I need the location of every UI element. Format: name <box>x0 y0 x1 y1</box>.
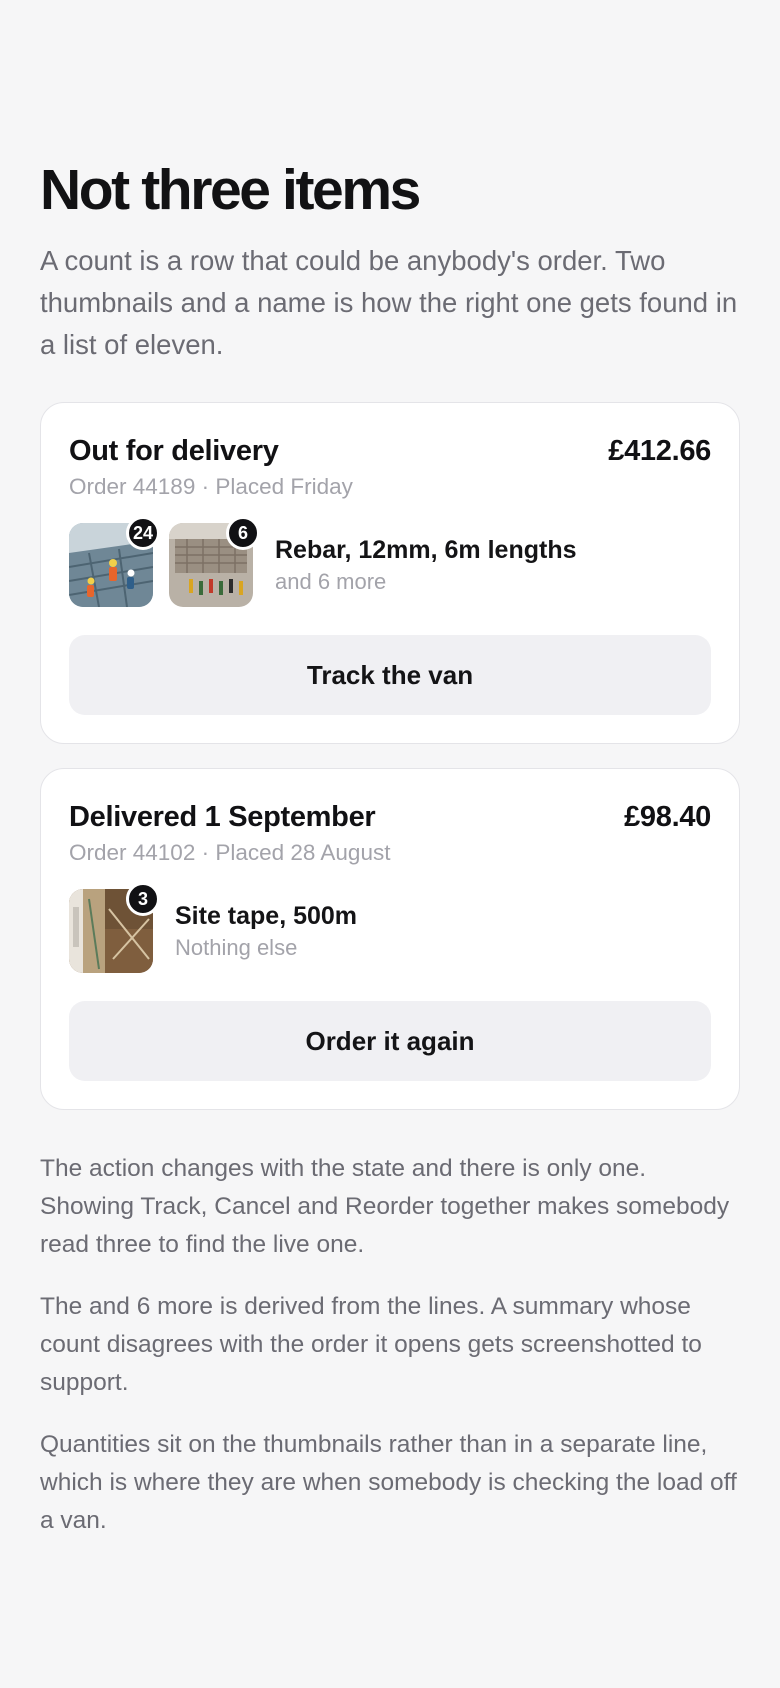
explanation-paragraph: The and 6 more is derived from the lines… <box>40 1293 702 1396</box>
item-thumbnail: 3 <box>69 882 160 973</box>
order-meta: Order 44102 · Placed 28 August <box>69 840 391 865</box>
item-more: and 6 more <box>275 569 387 594</box>
quantity-badge: 3 <box>126 882 160 916</box>
item-name: Site tape, 500m <box>175 902 358 930</box>
quantity-badge: 6 <box>226 516 260 550</box>
intro-text: A count is a row that could be anybody's… <box>40 245 738 360</box>
order-again-button[interactable]: Order it again <box>69 1001 711 1081</box>
item-more: Nothing else <box>175 935 298 960</box>
explanation-paragraph: The action changes with the state and th… <box>40 1155 730 1258</box>
item-name: Rebar, 12mm, 6m lengths <box>275 536 577 564</box>
order-card[interactable]: Delivered 1 September £98.40 Order 44102… <box>40 768 740 1110</box>
item-thumbnail: 6 <box>169 516 260 607</box>
order-total: £412.66 <box>608 435 711 467</box>
order-meta: Order 44189 · Placed Friday <box>69 474 353 499</box>
order-status: Delivered 1 September <box>69 801 376 833</box>
quantity-badge: 24 <box>125 516 160 550</box>
explanation-paragraph: Quantities sit on the thumbnails rather … <box>40 1431 737 1534</box>
order-status: Out for delivery <box>69 435 279 467</box>
order-total: £98.40 <box>624 801 711 833</box>
order-card[interactable]: Out for delivery £412.66 Order 44189 · P… <box>40 402 740 744</box>
page-title: Not three items <box>40 158 421 222</box>
track-van-button[interactable]: Track the van <box>69 635 711 715</box>
item-thumbnail: 24 <box>69 516 160 607</box>
